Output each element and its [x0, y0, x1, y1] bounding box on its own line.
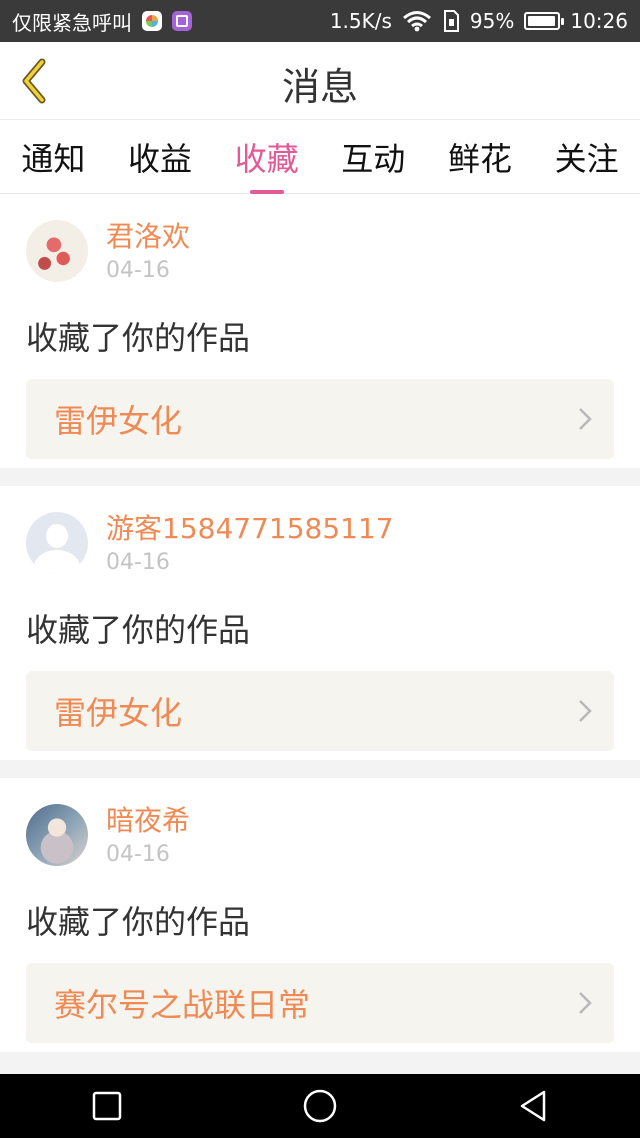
work-link[interactable]: 赛尔号之战联日常 — [26, 963, 614, 1043]
network-speed: 1.5K/s — [329, 9, 392, 33]
battery-percent: 95% — [469, 9, 515, 33]
message-list: 君洛欢 04-16 收藏了你的作品 雷伊女化 游客1584771585117 0… — [0, 194, 640, 1070]
wifi-icon — [402, 11, 431, 32]
avatar[interactable] — [26, 512, 88, 574]
tab-label: 收益 — [127, 139, 192, 178]
chevron-right-icon — [579, 408, 592, 430]
message-text: 收藏了你的作品 — [26, 319, 251, 357]
message-card: 游客1584771585117 04-16 收藏了你的作品 雷伊女化 — [0, 486, 640, 760]
message-card: 暗夜希 04-16 收藏了你的作品 赛尔号之战联日常 — [0, 778, 640, 1052]
chevron-right-icon — [579, 700, 592, 722]
message-card: 君洛欢 04-16 收藏了你的作品 雷伊女化 — [0, 194, 640, 468]
username[interactable]: 游客1584771585117 — [106, 512, 394, 546]
page-title: 消息 — [281, 65, 358, 109]
tab-label: 互动 — [341, 139, 406, 178]
battery-icon — [524, 12, 565, 30]
tab-notifications[interactable]: 通知 — [15, 134, 91, 180]
message-text: 收藏了你的作品 — [26, 903, 251, 941]
message-text: 收藏了你的作品 — [26, 611, 251, 649]
work-link[interactable]: 雷伊女化 — [26, 379, 614, 459]
message-date: 04-16 — [106, 842, 170, 867]
work-title: 雷伊女化 — [54, 694, 183, 732]
tab-label: 关注 — [554, 139, 619, 178]
gallery-notification-icon — [172, 11, 192, 31]
tab-earnings[interactable]: 收益 — [122, 134, 198, 180]
tab-label: 通知 — [21, 139, 86, 178]
system-nav-bar — [0, 1074, 640, 1138]
sim-icon — [443, 10, 459, 32]
tab-favorites[interactable]: 收藏 — [229, 134, 305, 194]
recents-button[interactable] — [87, 1086, 127, 1126]
circle-icon — [303, 1089, 337, 1123]
username[interactable]: 君洛欢 — [106, 220, 190, 254]
message-date: 04-16 — [106, 258, 170, 283]
username[interactable]: 暗夜希 — [106, 804, 190, 838]
tab-follows[interactable]: 关注 — [549, 134, 625, 180]
chevron-right-icon — [579, 992, 592, 1014]
app-notification-icon — [142, 11, 162, 31]
clock: 10:26 — [570, 9, 628, 33]
square-icon — [92, 1091, 121, 1121]
tab-flowers[interactable]: 鲜花 — [442, 134, 518, 180]
triangle-back-icon — [521, 1090, 546, 1122]
work-title: 雷伊女化 — [54, 402, 183, 440]
carrier-text: 仅限紧急呼叫 — [12, 10, 132, 35]
home-button[interactable] — [300, 1086, 340, 1126]
back-button[interactable] — [513, 1086, 553, 1126]
tab-bar: 通知 收益 收藏 互动 鲜花 关注 — [0, 120, 640, 194]
battery-fill — [528, 16, 555, 26]
avatar[interactable] — [26, 220, 88, 282]
tab-interactions[interactable]: 互动 — [335, 134, 411, 180]
message-date: 04-16 — [106, 550, 170, 575]
active-tab-indicator — [249, 189, 284, 194]
status-bar: 仅限紧急呼叫 1.5K/s 95% 10:26 — [0, 0, 640, 42]
tab-label: 鲜花 — [447, 139, 512, 178]
work-title: 赛尔号之战联日常 — [54, 986, 311, 1024]
app-header: 消息 — [0, 42, 640, 120]
avatar[interactable] — [26, 804, 88, 866]
tab-label: 收藏 — [234, 139, 299, 178]
work-link[interactable]: 雷伊女化 — [26, 671, 614, 751]
